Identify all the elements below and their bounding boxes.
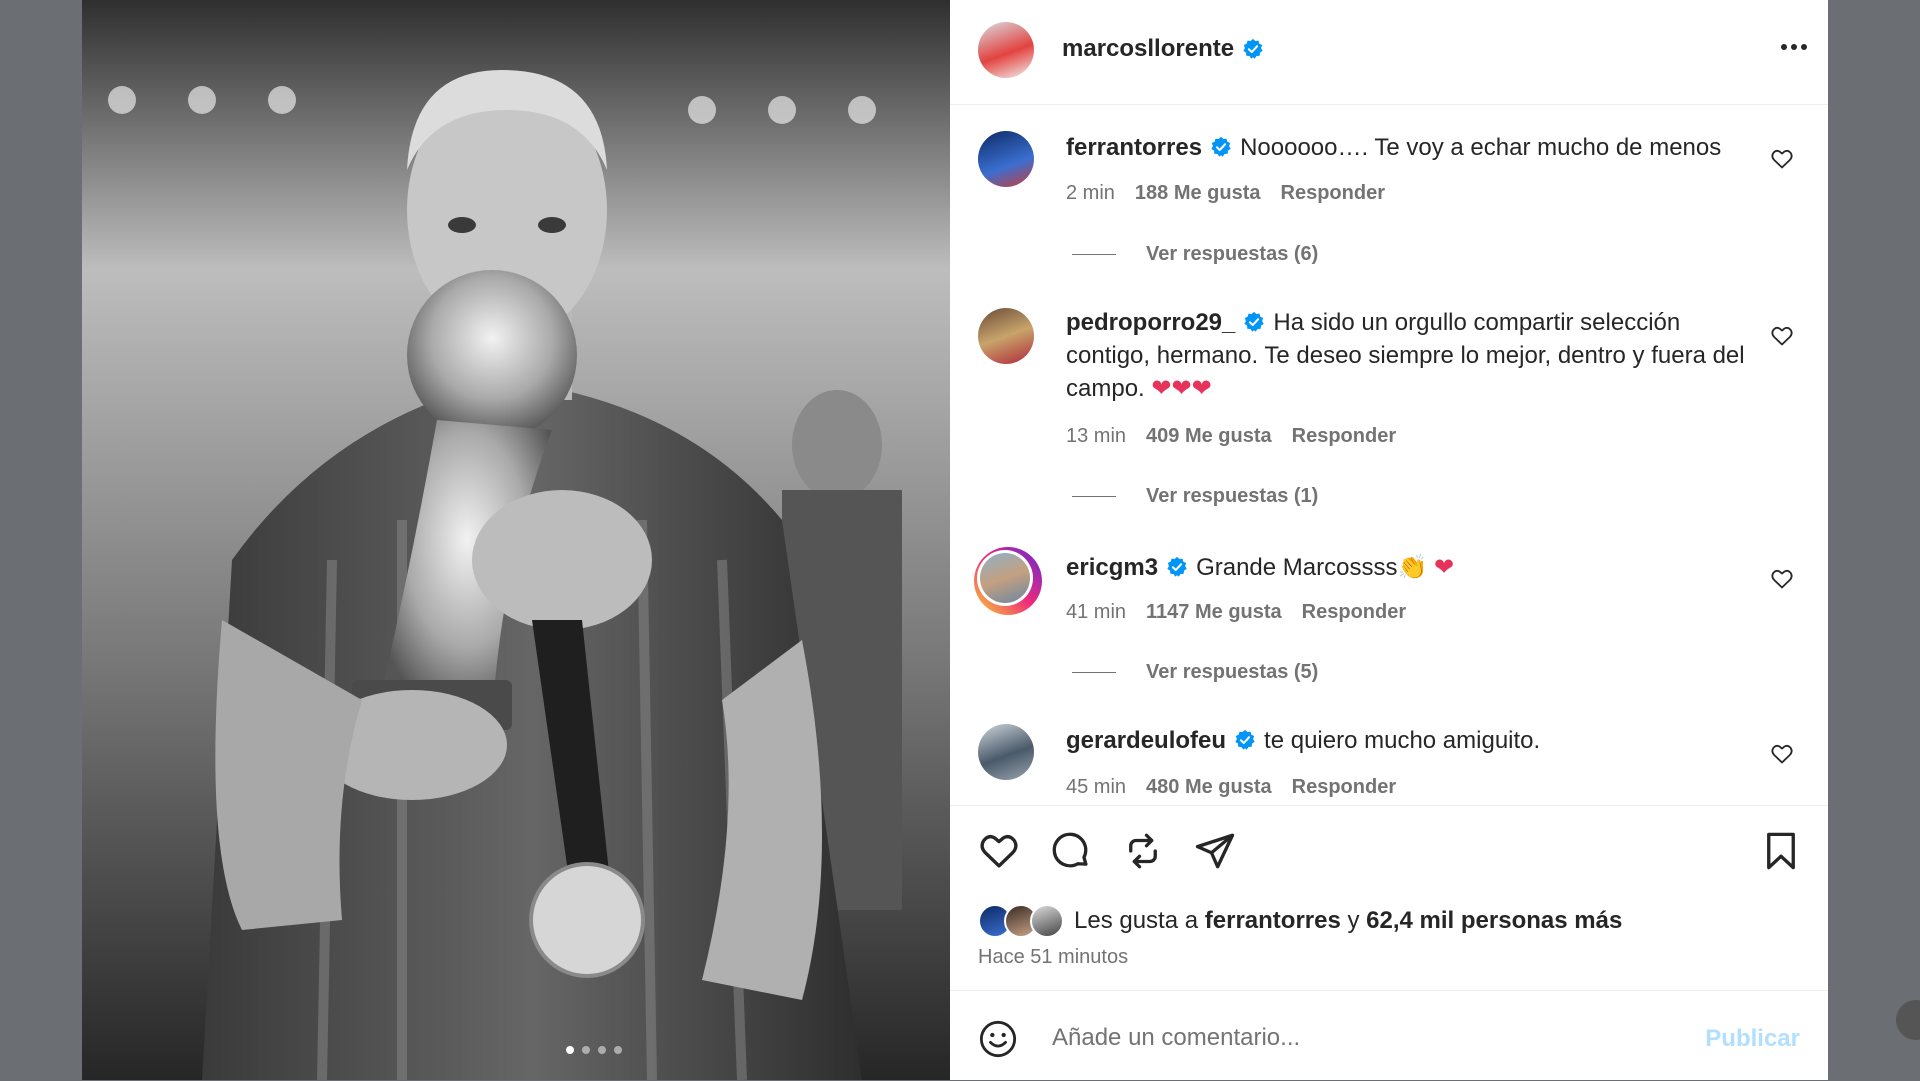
emoji-picker-button[interactable]: [978, 1019, 1018, 1064]
view-replies-button[interactable]: Ver respuestas (5): [1072, 661, 1318, 684]
liker-avatars: [978, 904, 1064, 938]
bookmark-icon: [1767, 832, 1795, 870]
partial-avatar-edge: [1896, 1000, 1920, 1040]
view-replies-label: Ver respuestas (5): [1146, 661, 1319, 683]
reply-button[interactable]: Responder: [1281, 182, 1385, 205]
more-options-button[interactable]: [1780, 38, 1808, 56]
comment-time[interactable]: 45 min: [1066, 776, 1126, 799]
verified-badge-icon: [1211, 136, 1231, 157]
commenter-username[interactable]: gerardeulofeu: [1066, 727, 1226, 754]
comment-button[interactable]: [1050, 830, 1092, 877]
post-actions: Les gusta a ferrantorres y 62,4 mil pers…: [950, 805, 1828, 992]
comment-time[interactable]: 13 min: [1066, 425, 1126, 448]
carousel-dot: [566, 1046, 574, 1054]
commenter-username[interactable]: pedroporro29_: [1066, 309, 1235, 336]
likes-prefix: Les gusta a: [1074, 907, 1199, 934]
likes-others-link[interactable]: 62,4 mil personas más: [1366, 907, 1622, 935]
view-replies-button[interactable]: Ver respuestas (6): [1072, 243, 1318, 266]
send-icon: [1195, 833, 1235, 869]
like-comment-heart-icon[interactable]: [1770, 742, 1794, 766]
view-replies-button[interactable]: Ver respuestas (1): [1072, 485, 1318, 508]
post-timestamp[interactable]: Hace 51 minutos: [978, 946, 1128, 969]
replies-divider: [1072, 254, 1116, 255]
likes-conj: y: [1347, 907, 1360, 934]
comment-text-row: pedroporro29_ Ha sido un orgullo comparti…: [1066, 306, 1756, 405]
comment-likes[interactable]: 409 Me gusta: [1146, 425, 1272, 448]
comments-list[interactable]: ferrantorres Noooooo…. Te voy a echar muc…: [950, 105, 1828, 805]
heart-icon: [980, 834, 1018, 868]
action-icons: [978, 830, 1236, 877]
post-photo[interactable]: [82, 0, 950, 1080]
commenter-username[interactable]: ferrantorres: [1066, 134, 1202, 161]
comment-text-row: gerardeulofeu te quiero mucho amiguito.: [1066, 724, 1756, 757]
commenter-avatar-story-ring[interactable]: [974, 547, 1042, 615]
comment-input[interactable]: [1050, 1017, 1674, 1059]
smiley-icon: [979, 1020, 1017, 1058]
author-username[interactable]: marcosllorente: [1062, 35, 1234, 63]
reply-button[interactable]: Responder: [1302, 601, 1406, 624]
comment-meta: 13 min 409 Me gusta Responder: [1066, 425, 1396, 448]
replies-divider: [1072, 496, 1116, 497]
like-button[interactable]: [978, 830, 1020, 877]
liker-avatar[interactable]: [1030, 904, 1064, 938]
author-avatar[interactable]: [978, 22, 1034, 78]
comment-body: Noooooo…. Te voy a echar mucho de menos: [1240, 134, 1722, 161]
commenter-avatar[interactable]: [978, 724, 1034, 780]
more-dots-icon: [1781, 44, 1807, 50]
verified-badge-icon: [1235, 729, 1255, 750]
save-button[interactable]: [1760, 830, 1802, 877]
author-name-row: marcosllorente: [1062, 35, 1264, 63]
post-details-panel: marcosllorente ferrantorres Noooooo…. Te …: [950, 0, 1828, 1080]
publish-button[interactable]: Publicar: [1705, 1025, 1800, 1053]
comment-emojis: ❤❤❤: [1151, 375, 1212, 402]
comment-likes[interactable]: 480 Me gusta: [1146, 776, 1272, 799]
add-comment-bar: Publicar: [950, 990, 1828, 1081]
share-button[interactable]: [1194, 830, 1236, 877]
view-replies-label: Ver respuestas (1): [1146, 485, 1319, 507]
verified-badge-icon: [1244, 311, 1264, 332]
commenter-username[interactable]: ericgm3: [1066, 554, 1158, 581]
replies-divider: [1072, 672, 1116, 673]
carousel-dot: [598, 1046, 606, 1054]
verified-badge-icon: [1243, 38, 1263, 59]
comment-meta: 2 min 188 Me gusta Responder: [1066, 182, 1385, 205]
reply-button[interactable]: Responder: [1292, 776, 1396, 799]
avatar-ring-inner: [977, 550, 1033, 606]
comment-likes[interactable]: 1147 Me gusta: [1146, 601, 1282, 624]
comment-body: te quiero mucho amiguito.: [1264, 727, 1541, 754]
like-comment-heart-icon[interactable]: [1770, 567, 1794, 591]
like-comment-heart-icon[interactable]: [1770, 324, 1794, 348]
like-comment-heart-icon[interactable]: [1770, 147, 1794, 171]
comment-likes[interactable]: 188 Me gusta: [1135, 182, 1261, 205]
verified-badge-icon: [1167, 556, 1187, 577]
carousel-indicator: [566, 1046, 622, 1054]
commenter-avatar[interactable]: [978, 131, 1034, 187]
likes-user-link[interactable]: ferrantorres: [1205, 907, 1341, 935]
comment-time[interactable]: 2 min: [1066, 182, 1115, 205]
repost-icon: [1129, 833, 1157, 869]
comment-bubble-icon: [1052, 832, 1088, 868]
likes-summary: Les gusta a ferrantorres y 62,4 mil pers…: [978, 904, 1622, 938]
view-replies-label: Ver respuestas (6): [1146, 243, 1319, 265]
repost-button[interactable]: [1122, 830, 1164, 877]
commenter-avatar[interactable]: [978, 308, 1034, 364]
reply-button[interactable]: Responder: [1292, 425, 1396, 448]
comment-emojis: 👏 ❤: [1397, 554, 1455, 581]
carousel-dot: [614, 1046, 622, 1054]
carousel-dot: [582, 1046, 590, 1054]
post-header: marcosllorente: [950, 0, 1828, 105]
commenter-avatar: [980, 553, 1030, 603]
comment-time[interactable]: 41 min: [1066, 601, 1126, 624]
comment-meta: 45 min 480 Me gusta Responder: [1066, 776, 1396, 799]
comment-body: Grande Marcossss: [1196, 554, 1398, 581]
comment-meta: 41 min 1147 Me gusta Responder: [1066, 601, 1406, 624]
comment-text-row: ferrantorres Noooooo…. Te voy a echar muc…: [1066, 131, 1756, 164]
post-image-graphic: [82, 0, 950, 1080]
comment-text-row: ericgm3 Grande Marcossss👏 ❤: [1066, 551, 1756, 584]
